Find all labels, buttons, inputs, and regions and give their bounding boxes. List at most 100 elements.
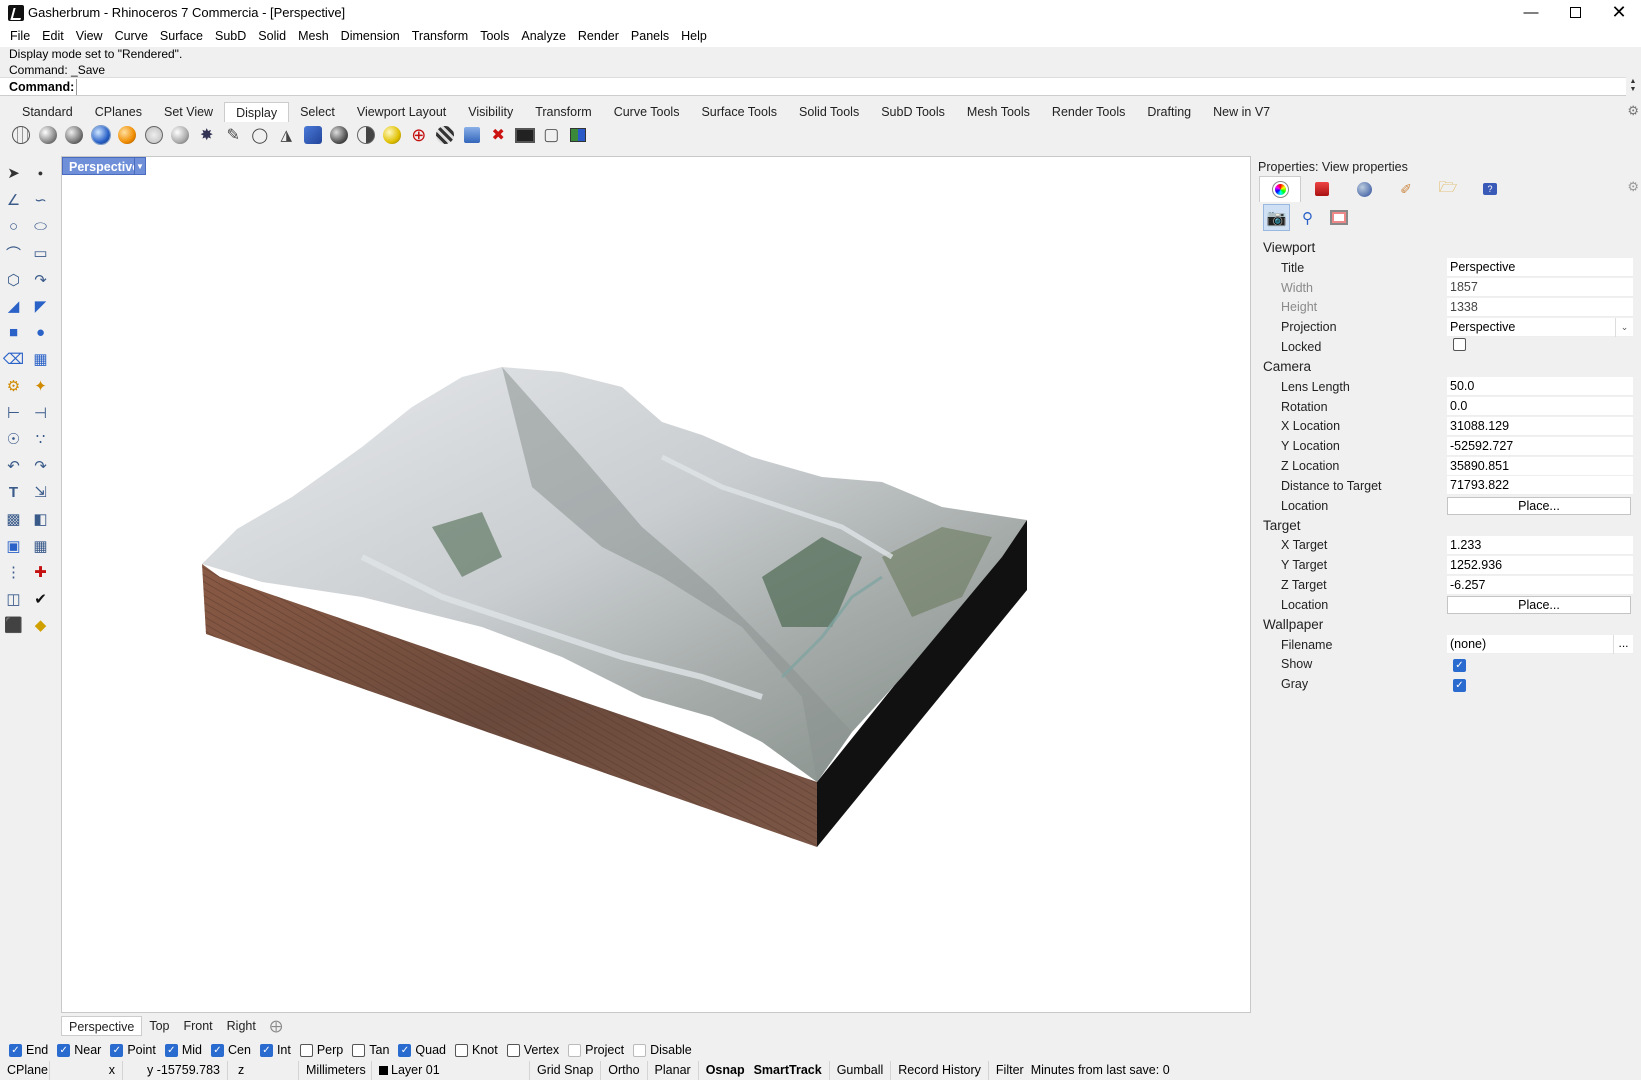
render-tab-icon[interactable]	[1343, 176, 1385, 202]
camera-icon[interactable]: 📷	[1263, 204, 1290, 231]
menu-dimension[interactable]: Dimension	[335, 29, 406, 43]
add-viewport-icon[interactable]: ⨁	[263, 1016, 290, 1036]
arctic-display-icon[interactable]: ◯	[247, 123, 274, 147]
camera-place-button[interactable]: Place...	[1447, 496, 1631, 515]
mesh-icon[interactable]: ▦	[27, 347, 54, 371]
sphere-solid-icon[interactable]: ●	[27, 321, 54, 345]
osnap-project[interactable]: Project	[568, 1043, 624, 1057]
osnap-checkbox[interactable]	[633, 1043, 647, 1057]
boolean-icon[interactable]: ☉	[0, 427, 27, 451]
shaded-display-icon[interactable]	[35, 123, 62, 147]
circle-icon[interactable]: ○	[0, 214, 27, 238]
gray-checkbox[interactable]: ✓	[1453, 678, 1466, 692]
rotation-field[interactable]: 0.0	[1447, 397, 1633, 417]
command-scroll[interactable]: ▲ ▼	[1626, 78, 1640, 96]
polygon-icon[interactable]: ⬡	[0, 268, 27, 292]
osnap-checkbox[interactable]: ✓	[259, 1043, 273, 1057]
rendered-display-icon[interactable]	[88, 123, 115, 147]
viewport-tab-front[interactable]: Front	[176, 1016, 219, 1036]
cube-icon[interactable]: ⬛	[0, 613, 27, 637]
hide-objects-icon[interactable]: ✖	[485, 123, 512, 147]
shaded-ghost-icon[interactable]	[61, 123, 88, 147]
osnap-checkbox[interactable]: ✓	[211, 1043, 224, 1057]
mirror-icon[interactable]: ◧	[27, 507, 54, 531]
viewport-menu-dropdown-icon[interactable]: ▼	[134, 157, 146, 175]
status-units[interactable]: Millimeters	[299, 1061, 372, 1080]
block-icon[interactable]: ▣	[0, 534, 27, 558]
zebra-analysis-icon[interactable]	[432, 123, 459, 147]
viewport-tab-perspective[interactable]: Perspective	[61, 1016, 143, 1036]
light-icon[interactable]: ✦	[27, 374, 54, 398]
curve-icon[interactable]: ∽	[27, 188, 54, 212]
status-layer[interactable]: Layer 01	[372, 1061, 530, 1080]
menu-edit[interactable]: Edit	[36, 29, 70, 43]
tab-visibility[interactable]: Visibility	[457, 102, 524, 122]
osnap-checkbox[interactable]	[506, 1043, 520, 1057]
menu-solid[interactable]: Solid	[252, 29, 292, 43]
check-icon[interactable]: ✔	[27, 587, 54, 611]
tab-subd-tools[interactable]: SubD Tools	[870, 102, 956, 122]
osnap-checkbox[interactable]: ✓	[110, 1043, 124, 1057]
pen-display-icon[interactable]: ✎	[220, 123, 247, 147]
tab-surface-tools[interactable]: Surface Tools	[690, 102, 788, 122]
status-record-history[interactable]: Record History	[891, 1061, 989, 1080]
osnap-checkbox[interactable]	[299, 1043, 313, 1057]
tabs-settings-gear-icon[interactable]: ⚙	[1627, 103, 1639, 119]
menu-mesh[interactable]: Mesh	[292, 29, 335, 43]
browse-file-button[interactable]: ...	[1613, 635, 1633, 655]
monochrome-display-icon[interactable]: ◮	[273, 123, 300, 147]
x-location-field[interactable]: 31088.129	[1447, 416, 1633, 436]
osnap-checkbox[interactable]	[352, 1043, 366, 1057]
projection-select[interactable]: Perspective ⌄	[1447, 317, 1633, 337]
join-icon[interactable]: ↶	[0, 454, 27, 478]
osnap-checkbox[interactable]	[455, 1043, 468, 1057]
target-place-button[interactable]: Place...	[1447, 595, 1631, 614]
tab-display[interactable]: Display	[224, 102, 290, 122]
scale-icon[interactable]: ⇲	[27, 480, 54, 504]
osnap-perp[interactable]: Perp	[299, 1043, 343, 1057]
locked-checkbox[interactable]	[1453, 337, 1466, 351]
fillet-curve-icon[interactable]: ↷	[27, 268, 54, 292]
select-arrow-icon[interactable]: ➤	[0, 161, 27, 185]
osnap-cen[interactable]: ✓ Cen	[211, 1043, 251, 1057]
menu-curve[interactable]: Curve	[109, 29, 154, 43]
point-icon[interactable]: ●	[27, 161, 54, 185]
artistic-display-icon[interactable]: ✸	[194, 123, 221, 147]
tab-set-view[interactable]: Set View	[153, 102, 224, 122]
menu-subd[interactable]: SubD	[209, 29, 252, 43]
x-target-field[interactable]: 1.233	[1447, 535, 1633, 555]
osnap-near[interactable]: ✓ Near	[57, 1043, 101, 1057]
osnap-point[interactable]: ✓ Point	[110, 1043, 156, 1057]
dimension-icon[interactable]: ⊢	[0, 401, 27, 425]
osnap-tan[interactable]: Tan	[352, 1043, 389, 1057]
gumball-icon[interactable]: ✚	[27, 560, 54, 584]
leader-icon[interactable]: ⊣	[27, 401, 54, 425]
menu-panels[interactable]: Panels	[625, 29, 675, 43]
osnap-quad[interactable]: ✓ Quad	[398, 1043, 446, 1057]
status-filter[interactable]: Filter	[989, 1061, 1031, 1080]
arc-icon[interactable]: ⌒	[0, 241, 27, 265]
group-icon[interactable]: ∵	[27, 427, 54, 451]
y-target-field[interactable]: 1252.936	[1447, 555, 1633, 575]
render-preview-icon[interactable]	[326, 123, 353, 147]
rectangle-icon[interactable]: ▭	[27, 241, 54, 265]
status-gumball[interactable]: Gumball	[830, 1061, 892, 1080]
color-wheel-tab-icon[interactable]	[1259, 176, 1301, 202]
status-grid-snap[interactable]: Grid Snap	[530, 1061, 602, 1080]
status-planar[interactable]: Planar	[648, 1061, 699, 1080]
osnap-checkbox[interactable]: ✓	[9, 1043, 22, 1057]
tab-drafting[interactable]: Drafting	[1136, 102, 1202, 122]
osnap-int[interactable]: ✓ Int	[259, 1043, 291, 1057]
layer-states-icon[interactable]	[565, 123, 592, 147]
tab-curve-tools[interactable]: Curve Tools	[603, 102, 691, 122]
status-ortho[interactable]: Ortho	[601, 1061, 648, 1080]
explode-icon[interactable]: ↷	[27, 454, 54, 478]
show-checkbox[interactable]: ✓	[1453, 658, 1466, 672]
viewport-tab-right[interactable]: Right	[220, 1016, 263, 1036]
viewport-tab-top[interactable]: Top	[142, 1016, 176, 1036]
close-button[interactable]: ✕	[1597, 0, 1641, 25]
brush-tab-icon[interactable]: ✐	[1385, 176, 1427, 202]
osnap-checkbox[interactable]: ✓	[57, 1043, 71, 1057]
box-solid-icon[interactable]: ■	[0, 321, 27, 345]
paint-icon[interactable]: ◆	[27, 613, 54, 637]
